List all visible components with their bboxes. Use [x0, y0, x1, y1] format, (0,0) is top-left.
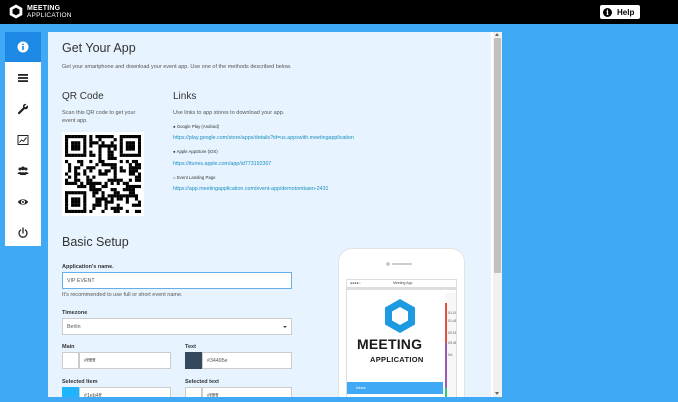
users-icon	[17, 166, 29, 175]
page-title: Get Your App	[62, 41, 136, 55]
app-name-input[interactable]: VIP EVENT	[62, 272, 292, 289]
app-hex-logo-icon	[385, 299, 415, 333]
preview-brand-word2: APPLICATION	[370, 355, 424, 364]
scroll-up-icon[interactable]	[495, 33, 499, 36]
vertical-scrollbar[interactable]	[493, 32, 502, 397]
app-name-help: It's recommended to use full or short ev…	[62, 292, 183, 298]
sidebar	[5, 32, 41, 246]
preview-news-bar: News	[347, 382, 443, 394]
phone-speaker	[392, 263, 412, 265]
app-name-label: Application's name.	[62, 264, 114, 270]
menu-icon	[18, 74, 28, 82]
text-color-input[interactable]: #34495e	[202, 352, 292, 369]
chart-icon	[17, 135, 29, 145]
basic-setup-title: Basic Setup	[62, 235, 129, 249]
info-icon	[17, 41, 29, 53]
sidebar-item-users[interactable]	[5, 156, 41, 186]
sidebar-item-statistics[interactable]	[5, 125, 41, 155]
phone-app-name: Meeting App	[393, 281, 413, 285]
main-color-swatch[interactable]	[62, 352, 79, 369]
timezone-value: Berlin	[67, 323, 81, 330]
preview-brand-word1: MEETING	[357, 336, 423, 352]
selected-text-input[interactable]: #ffffff	[202, 387, 292, 397]
qr-code[interactable]	[62, 132, 144, 216]
main-color-label: Main	[62, 344, 75, 350]
text-color-label: Text	[185, 344, 196, 350]
phone-preview: ●●●●○ Meeting App MEETING APPLICATION 01…	[338, 248, 465, 397]
home-icon: ⌂	[173, 175, 176, 180]
top-bar: MEETING APPLICATION i Help	[0, 0, 678, 24]
preview-time: 03:45	[448, 341, 457, 345]
phone-screen: ●●●●○ Meeting App MEETING APPLICATION 01…	[346, 279, 457, 397]
preview-time: 02:15	[448, 331, 457, 335]
link-landing[interactable]: https://app.meetingapplication.com/event…	[173, 186, 328, 192]
selected-item-swatch[interactable]	[62, 387, 79, 397]
link-label-android: ● Google Play (Android)	[173, 124, 220, 129]
preview-time: 01:45	[448, 319, 457, 323]
wrench-icon	[17, 103, 29, 115]
phone-camera	[386, 262, 390, 266]
timezone-label: Timezone	[62, 310, 88, 316]
chevron-down-icon	[283, 326, 287, 328]
android-icon: ●	[173, 124, 176, 129]
help-label: Help	[617, 7, 635, 17]
logo-text: MEETING APPLICATION	[27, 5, 72, 19]
logo-line2: APPLICATION	[27, 11, 72, 19]
selected-text-swatch[interactable]	[185, 387, 202, 397]
eye-icon	[17, 199, 29, 205]
sidebar-item-settings[interactable]	[5, 94, 41, 124]
selected-text-label: Selected text	[185, 379, 219, 385]
qr-section-title: QR Code	[62, 91, 104, 102]
selected-item-label: Selected Item	[62, 379, 98, 385]
main-panel: Get Your App Get your smartphone and dow…	[48, 32, 502, 397]
qr-code-image	[65, 135, 142, 214]
selected-item-input[interactable]: #1eb4ff	[79, 387, 171, 397]
get-app-intro: Get your smartphone and download your ev…	[62, 64, 292, 70]
help-button[interactable]: i Help	[600, 5, 640, 19]
sidebar-item-preview[interactable]	[5, 187, 41, 217]
logo-line1: MEETING	[27, 4, 61, 12]
preview-time: 01:15	[448, 311, 457, 315]
link-label-ios: ● Apple AppStore (iOS)	[173, 149, 218, 154]
app-logo[interactable]: MEETING APPLICATION	[9, 4, 72, 19]
info-circle-icon: i	[603, 7, 612, 17]
content-area[interactable]: Get Your App Get your smartphone and dow…	[48, 32, 491, 397]
timezone-select[interactable]: Berlin	[62, 318, 292, 335]
logo-hex-icon	[9, 4, 23, 19]
link-android[interactable]: https://play.google.com/store/apps/detai…	[173, 135, 354, 141]
sidebar-item-menu[interactable]	[5, 63, 41, 93]
link-label-landing: ⌂ Event Landing Page	[173, 175, 216, 180]
links-section-title: Links	[173, 91, 197, 102]
phone-status-bar: ●●●●○ Meeting App	[347, 280, 456, 287]
power-icon	[18, 227, 28, 238]
sidebar-item-info[interactable]	[5, 32, 41, 62]
preview-news-label: News	[356, 386, 366, 390]
qr-description: Scan this QR code to get your event app.	[62, 110, 136, 124]
text-color-swatch[interactable]	[185, 352, 202, 369]
link-ios[interactable]: https://itunes.apple.com/app/id773192307	[173, 161, 271, 167]
sidebar-item-logout[interactable]	[5, 218, 41, 248]
links-description: Use links to app stores to download your…	[173, 110, 285, 116]
scrollbar-thumb[interactable]	[494, 38, 501, 273]
apple-icon: ●	[173, 149, 176, 154]
phone-header-bar	[347, 287, 456, 290]
scroll-down-icon[interactable]	[495, 392, 499, 395]
signal-indicator: ●●●●○	[350, 281, 361, 285]
preview-time: 04:	[448, 353, 453, 357]
main-color-input[interactable]: #ffffff	[79, 352, 171, 369]
preview-agenda-strip: 01:15 01:45 02:15 03:45 04:	[445, 293, 457, 397]
